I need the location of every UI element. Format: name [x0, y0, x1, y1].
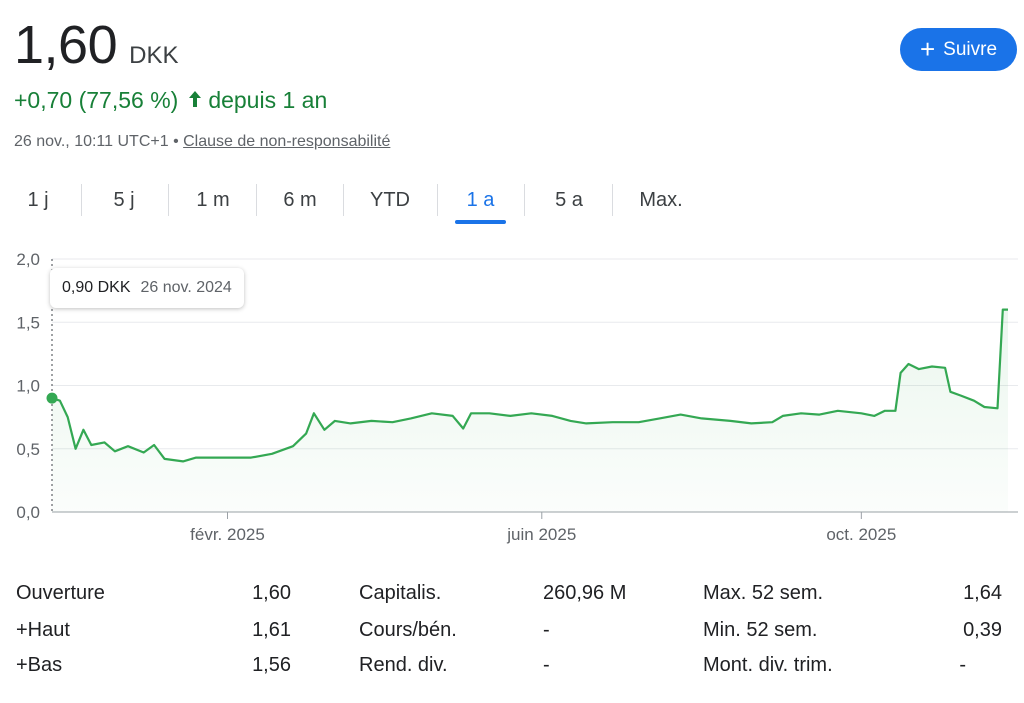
tab-divider: [256, 184, 257, 216]
tooltip-price: 0,90 DKK: [62, 279, 131, 296]
stat-value-quarterly-div: -: [959, 654, 966, 676]
disclaimer-link[interactable]: Clause de non-responsabilité: [183, 133, 390, 150]
price-change: +0,70 (77,56 %) depuis 1 an: [14, 87, 327, 114]
stat-value-low: 1,56: [252, 654, 291, 676]
price-area: [52, 309, 1008, 512]
stat-label-open: Ouverture: [16, 582, 105, 604]
plus-icon: +: [919, 33, 936, 64]
change-value: +0,70 (77,56 %): [14, 87, 179, 113]
stat-label-div-yield: Rend. div.: [359, 654, 448, 676]
y-tick-label: 2,0: [16, 250, 40, 269]
tab-ytd[interactable]: YTD: [362, 180, 418, 220]
stat-value-pe: -: [543, 619, 550, 641]
follow-button-label: Suivre: [943, 38, 998, 60]
change-period: depuis 1 an: [208, 87, 328, 113]
y-tick-label: 1,0: [16, 377, 40, 396]
hover-point: [46, 392, 58, 404]
stat-label-52w-low: Min. 52 sem.: [703, 619, 818, 641]
follow-button[interactable]: + Suivre: [900, 28, 1017, 71]
stat-label-high: +Haut: [16, 619, 70, 641]
stat-value-high: 1,61: [252, 619, 291, 641]
range-tabs: 1 j 5 j 1 m 6 m YTD 1 a 5 a Max.: [0, 180, 720, 224]
stat-label-52w-high: Max. 52 sem.: [703, 582, 824, 604]
stat-label-low: +Bas: [16, 654, 63, 676]
stat-value-div-yield: -: [543, 654, 550, 676]
tab-6m[interactable]: 6 m: [275, 180, 325, 220]
stat-value-52w-low: 0,39: [963, 619, 1002, 641]
tooltip-date: 26 nov. 2024: [140, 279, 232, 296]
tab-divider: [81, 184, 82, 216]
tab-1y[interactable]: 1 a: [455, 180, 506, 224]
stat-value-mktcap: 260,96 M: [543, 582, 627, 604]
tab-divider: [612, 184, 613, 216]
stat-label-pe: Cours/bén.: [359, 619, 457, 641]
x-tick-label: oct. 2025: [826, 525, 896, 544]
current-price: 1,60: [14, 15, 118, 75]
price-header: 1,60 DKK: [14, 14, 178, 76]
tab-max[interactable]: Max.: [632, 180, 690, 220]
y-tick-label: 0,0: [16, 503, 40, 522]
meta-separator: •: [173, 133, 179, 150]
tab-divider: [168, 184, 169, 216]
tab-1d[interactable]: 1 j: [16, 180, 60, 220]
stat-value-52w-high: 1,64: [963, 582, 1002, 604]
x-tick-label: juin 2025: [506, 525, 576, 544]
arrow-up-icon: [188, 87, 202, 114]
x-tick-label: févr. 2025: [190, 525, 265, 544]
stat-label-quarterly-div: Mont. div. trim.: [703, 654, 833, 676]
quote-meta: 26 nov., 10:11 UTC+1 • Clause de non-res…: [14, 133, 390, 151]
stat-value-open: 1,60: [252, 582, 291, 604]
tab-5y[interactable]: 5 a: [544, 180, 594, 220]
currency-label: DKK: [129, 42, 179, 69]
tab-divider: [437, 184, 438, 216]
chart-tooltip: 0,90 DKK 26 nov. 2024: [50, 268, 244, 308]
tab-5d[interactable]: 5 j: [102, 180, 146, 220]
quote-timestamp: 26 nov., 10:11 UTC+1: [14, 133, 169, 150]
tab-divider: [343, 184, 344, 216]
tab-divider: [524, 184, 525, 216]
y-tick-label: 1,5: [16, 313, 40, 332]
stat-label-mktcap: Capitalis.: [359, 582, 442, 604]
tab-1m[interactable]: 1 m: [188, 180, 238, 220]
y-tick-label: 0,5: [16, 440, 40, 459]
